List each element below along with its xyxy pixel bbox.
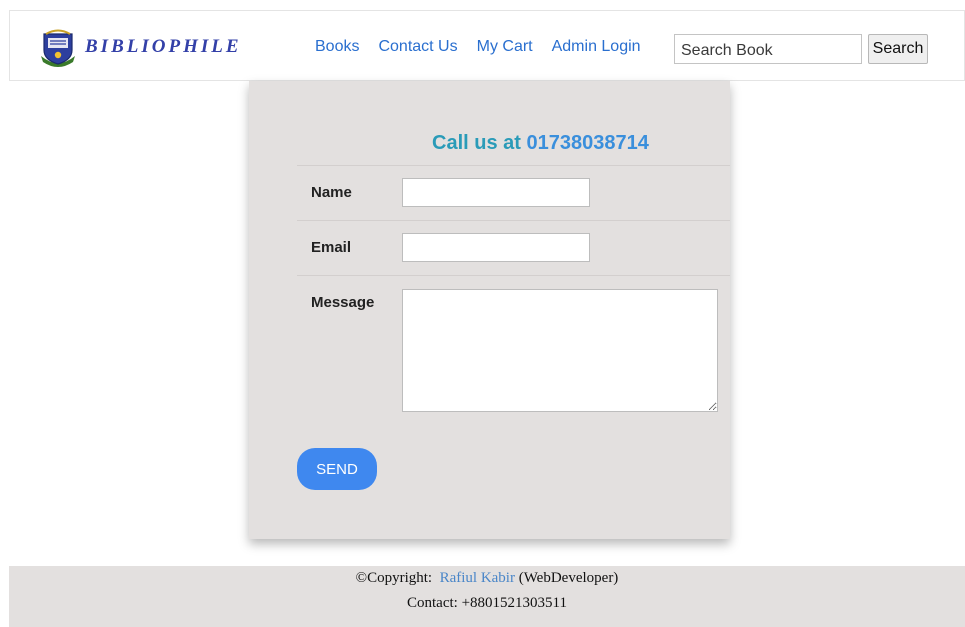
divider <box>297 220 730 221</box>
nav-link-books[interactable]: Books <box>315 38 359 56</box>
call-us-heading: Call us at 01738038714 <box>432 132 649 155</box>
copyright-prefix: ©Copyright: <box>355 570 433 586</box>
divider <box>297 165 730 166</box>
main-nav: Books Contact Us My Cart Admin Login <box>315 38 660 56</box>
name-field[interactable] <box>402 178 590 207</box>
email-field[interactable] <box>402 233 590 262</box>
nav-link-admin-login[interactable]: Admin Login <box>552 38 641 56</box>
author-link[interactable]: Rafiul Kabir <box>440 570 515 586</box>
phone-number: 01738038714 <box>526 132 649 154</box>
divider <box>297 275 730 276</box>
contact-form-card: Call us at 01738038714 Name Email Messag… <box>249 81 730 539</box>
university-crest-icon[interactable] <box>35 26 81 68</box>
send-button[interactable]: SEND <box>297 448 377 490</box>
nav-link-my-cart[interactable]: My Cart <box>477 38 533 56</box>
name-label: Name <box>311 184 352 201</box>
footer: ©Copyright: Rafiul Kabir (WebDeveloper) … <box>9 566 965 627</box>
brand-name[interactable]: BIBLIOPHILE <box>85 36 242 58</box>
search-input[interactable] <box>674 34 862 64</box>
call-us-prefix: Call us at <box>432 132 521 154</box>
message-field[interactable] <box>402 289 718 412</box>
search-button[interactable]: Search <box>868 34 928 64</box>
navbar: BIBLIOPHILE Books Contact Us My Cart Adm… <box>9 10 965 81</box>
message-label: Message <box>311 294 375 311</box>
copyright-line: ©Copyright: Rafiul Kabir (WebDeveloper) <box>9 570 965 587</box>
author-role: (WebDeveloper) <box>518 570 619 586</box>
email-label: Email <box>311 239 352 256</box>
nav-link-contact-us[interactable]: Contact Us <box>378 38 457 56</box>
footer-contact: Contact: +8801521303511 <box>407 595 567 611</box>
